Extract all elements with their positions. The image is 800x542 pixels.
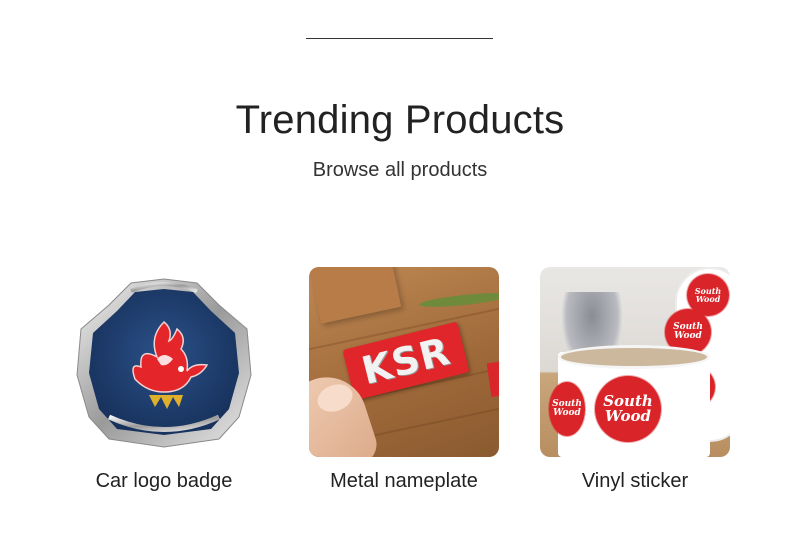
section-title: Trending Products <box>235 98 565 142</box>
nameplate-image[interactable]: KSR <box>309 267 499 457</box>
nameplate-text: KSR <box>357 328 455 394</box>
main-sticker-seal: South Wood <box>598 379 658 439</box>
wood-block <box>309 267 402 324</box>
sticker-roll-image[interactable]: South Wood South Wood South Wood South Wood … <box>540 267 730 457</box>
product-card-car-logo-badge[interactable]: Car logo badge <box>69 267 259 493</box>
product-label[interactable]: Car logo badge <box>69 470 259 493</box>
product-label[interactable]: Vinyl sticker <box>540 470 730 493</box>
sticker-text-bottom: Wood <box>604 407 652 425</box>
sticker-seal: SouthWood <box>690 277 726 313</box>
sticker-seal-partial: South Wood <box>552 385 582 433</box>
product-card-metal-nameplate[interactable]: KSR Metal nameplate <box>309 267 499 493</box>
leaf-decoration <box>418 290 499 310</box>
top-divider <box>306 38 493 39</box>
sticker-roll-core <box>558 345 710 369</box>
product-card-vinyl-sticker[interactable]: South Wood South Wood South Wood South Wood … <box>540 267 730 493</box>
second-plate <box>486 360 499 398</box>
browse-all-link[interactable]: Browse all products <box>0 159 800 182</box>
car-badge-image[interactable] <box>69 267 259 457</box>
product-label[interactable]: Metal nameplate <box>309 470 499 493</box>
